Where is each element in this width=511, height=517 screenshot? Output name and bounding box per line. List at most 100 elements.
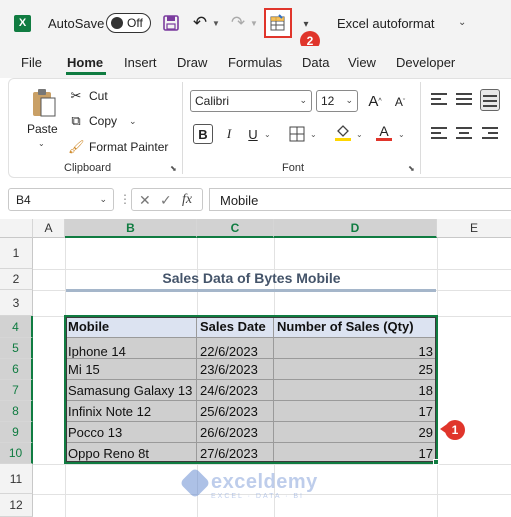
table-cell[interactable]: 22/6/2023	[197, 338, 274, 359]
align-top-icon[interactable]	[429, 90, 449, 108]
tab-draw[interactable]: Draw	[177, 55, 207, 70]
clipboard-launcher-icon[interactable]: ⬊	[170, 164, 177, 173]
copy-label: Copy	[89, 114, 118, 128]
tab-file[interactable]: File	[21, 55, 42, 70]
row-header-8[interactable]: 8	[0, 401, 33, 422]
copy-button[interactable]: ⧉ Copy ⌄	[68, 113, 137, 129]
table-cell[interactable]: 17	[274, 443, 437, 463]
row-header-2[interactable]: 2	[0, 269, 33, 290]
tab-insert[interactable]: Insert	[124, 55, 157, 70]
paste-dropdown-icon[interactable]: ⌄	[38, 139, 45, 148]
row-header-9[interactable]: 9	[0, 422, 33, 443]
document-title[interactable]: Excel autoformat	[337, 16, 435, 31]
autosave-toggle[interactable]: Off	[106, 13, 151, 33]
column-header-b[interactable]: B	[65, 219, 197, 238]
autoformat-button[interactable]	[264, 8, 292, 38]
fill-color-button[interactable]	[333, 122, 353, 142]
fill-handle[interactable]	[433, 459, 439, 465]
cancel-icon[interactable]: ✕	[139, 192, 151, 209]
borders-button[interactable]	[287, 124, 307, 144]
sheet-title[interactable]: Sales Data of Bytes Mobile	[66, 270, 437, 286]
table-cell[interactable]: 27/6/2023	[197, 443, 274, 463]
table-cell[interactable]: 25/6/2023	[197, 401, 274, 422]
tab-formulas[interactable]: Formulas	[228, 55, 282, 70]
table-cell[interactable]: 18	[274, 380, 437, 401]
header-cell[interactable]: Mobile	[65, 316, 197, 338]
header-cell[interactable]: Number of Sales (Qty)	[274, 316, 437, 338]
table-cell[interactable]: 29	[274, 422, 437, 443]
table-cell[interactable]: 26/6/2023	[197, 422, 274, 443]
row-header-1[interactable]: 1	[0, 238, 33, 269]
cut-button[interactable]: ✂ Cut	[68, 88, 108, 104]
paste-button[interactable]: Paste	[27, 122, 58, 136]
enter-icon[interactable]: ✓	[160, 192, 172, 209]
column-header-e[interactable]: E	[437, 219, 511, 238]
paste-icon[interactable]	[30, 88, 58, 118]
table-cell[interactable]: Oppo Reno 8t	[65, 443, 197, 463]
column-header-c[interactable]: C	[197, 219, 274, 238]
italic-button[interactable]: I	[219, 124, 239, 144]
undo-dropdown-icon[interactable]: ▼	[212, 12, 220, 34]
table-cell[interactable]: Samasung Galaxy 13	[65, 380, 197, 401]
table-cell[interactable]: Mi 15	[65, 359, 197, 380]
undo-icon[interactable]: ↶	[190, 12, 210, 34]
table-cell[interactable]: Infinix Note 12	[65, 401, 197, 422]
font-color-button[interactable]: A	[374, 122, 394, 142]
header-cell[interactable]: Sales Date	[197, 316, 274, 338]
row-header-7[interactable]: 7	[0, 380, 33, 401]
underline-button[interactable]: U	[243, 124, 263, 144]
table-cell[interactable]: Pocco 13	[65, 422, 197, 443]
font-size-value: 12	[321, 94, 335, 108]
table-cell[interactable]: 13	[274, 338, 437, 359]
row-header-4[interactable]: 4	[0, 316, 33, 338]
bold-button[interactable]: B	[193, 124, 213, 144]
excel-logo-icon: X	[14, 15, 31, 32]
font-size-select[interactable]: 12 ⌄	[316, 90, 358, 112]
grow-font-button[interactable]: A ^	[365, 91, 385, 111]
borders-dropdown-icon[interactable]: ⌄	[310, 130, 317, 139]
font-name-select[interactable]: Calibri ⌄	[190, 90, 312, 112]
tab-data[interactable]: Data	[302, 55, 329, 70]
align-right-icon[interactable]	[480, 124, 500, 142]
font-launcher-icon[interactable]: ⬊	[408, 164, 415, 173]
align-middle-icon[interactable]	[454, 90, 474, 108]
redo-icon[interactable]: ↷	[228, 12, 248, 34]
align-center-icon[interactable]	[454, 124, 474, 142]
row-header-10[interactable]: 10	[0, 443, 33, 464]
format-painter-button[interactable]: 🖌 Format Painter	[68, 139, 168, 155]
table-header-row: Mobile Sales Date Number of Sales (Qty)	[65, 316, 437, 338]
row-header-3[interactable]: 3	[0, 290, 33, 316]
insert-function-icon[interactable]: fx	[182, 192, 192, 208]
copy-dropdown-icon[interactable]: ⌄	[129, 116, 137, 127]
tab-home[interactable]: Home	[67, 55, 103, 70]
shrink-font-button[interactable]: Aˇ	[390, 92, 410, 112]
table-cell[interactable]: Iphone 14	[65, 338, 197, 359]
tab-view[interactable]: View	[348, 55, 376, 70]
row-header-11[interactable]: 11	[0, 464, 33, 494]
table-cell[interactable]: 23/6/2023	[197, 359, 274, 380]
divider	[420, 82, 421, 174]
underline-dropdown-icon[interactable]: ⌄	[264, 130, 271, 139]
row-header-12[interactable]: 12	[0, 494, 33, 517]
formula-input[interactable]: Mobile	[209, 188, 511, 211]
redo-dropdown-icon[interactable]: ▼	[250, 12, 258, 34]
chevron-down-icon[interactable]: ⌄	[458, 17, 466, 28]
row-header-6[interactable]: 6	[0, 359, 33, 380]
tab-developer[interactable]: Developer	[396, 55, 455, 70]
align-bottom-icon[interactable]	[480, 89, 500, 111]
toggle-knob	[111, 17, 123, 29]
column-header-d[interactable]: D	[274, 219, 437, 238]
select-all-corner[interactable]	[0, 219, 33, 238]
table-cell[interactable]: 25	[274, 359, 437, 380]
font-color-dropdown-icon[interactable]: ⌄	[398, 130, 405, 139]
table-cell[interactable]: 17	[274, 401, 437, 422]
column-header-a[interactable]: A	[33, 219, 65, 238]
table-cell[interactable]: 24/6/2023	[197, 380, 274, 401]
save-icon[interactable]	[162, 12, 180, 34]
align-left-icon[interactable]	[429, 124, 449, 142]
row-header-5[interactable]: 5	[0, 338, 33, 359]
copy-icon: ⧉	[71, 113, 81, 128]
more-icon[interactable]: ⋮	[119, 192, 131, 206]
fill-color-dropdown-icon[interactable]: ⌄	[356, 130, 363, 139]
name-box[interactable]: B4 ⌄	[8, 188, 114, 211]
